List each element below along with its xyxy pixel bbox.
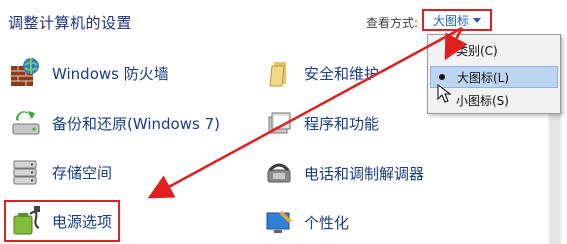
- radio-bullet-icon: [439, 74, 445, 80]
- item-label: 程序和功能: [304, 114, 380, 133]
- item-personalization[interactable]: 个性化: [264, 207, 349, 237]
- personalization-icon: [264, 207, 294, 237]
- storage-spaces-icon: [8, 155, 42, 189]
- item-storage-spaces[interactable]: 存储空间: [8, 155, 112, 189]
- menu-item-category[interactable]: 类别(C): [430, 39, 558, 61]
- mouse-cursor-icon: [437, 84, 452, 103]
- item-phone-modem[interactable]: 电话和调制解调器: [264, 158, 424, 188]
- item-label: 备份和还原(Windows 7): [52, 114, 220, 133]
- security-maintenance-icon: [264, 58, 294, 88]
- firewall-icon: [8, 56, 42, 90]
- menu-item-label: 小图标(S): [456, 93, 509, 108]
- item-label: Windows 防火墙: [52, 64, 169, 83]
- item-label: 安全和维护: [304, 64, 380, 83]
- item-label: 电话和调制解调器: [304, 164, 425, 183]
- programs-features-icon: [264, 108, 294, 138]
- item-security-maintenance[interactable]: 安全和维护: [264, 58, 379, 88]
- menu-item-label: 类别(C): [456, 43, 498, 58]
- menu-item-label: 大图标(L): [457, 70, 510, 85]
- phone-modem-icon: [264, 158, 294, 188]
- item-backup-restore[interactable]: 备份和还原(Windows 7): [8, 106, 220, 140]
- backup-restore-icon: [8, 106, 42, 140]
- item-label: 存储空间: [52, 163, 113, 182]
- item-label: 个性化: [304, 213, 350, 232]
- item-power-options[interactable]: 电源选项: [4, 200, 121, 242]
- item-programs-features[interactable]: 程序和功能: [264, 108, 379, 138]
- item-windows-firewall[interactable]: Windows 防火墙: [8, 56, 169, 90]
- power-options-icon: [8, 204, 42, 238]
- item-label: 电源选项: [52, 212, 113, 231]
